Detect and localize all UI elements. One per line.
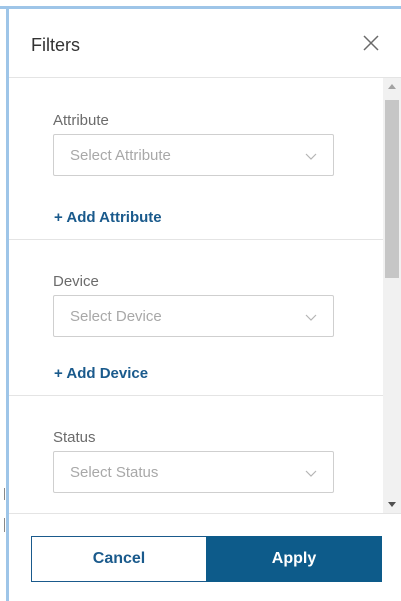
scrollbar-thumb[interactable] — [385, 100, 399, 278]
add-device-link[interactable]: + Add Device — [54, 365, 148, 382]
filters-page: Filters Attribute Select Attribute + Add… — [0, 0, 401, 601]
chevron-down-icon — [305, 466, 317, 477]
close-icon[interactable] — [361, 33, 381, 53]
chevron-down-icon — [305, 310, 317, 321]
filters-scroll-area: Attribute Select Attribute + Add Attribu… — [9, 78, 401, 513]
apply-button[interactable]: Apply — [206, 536, 382, 582]
status-select[interactable]: Select Status — [53, 451, 334, 493]
device-label: Device — [53, 273, 99, 290]
device-section: Device Select Device + Add Device — [9, 240, 383, 396]
status-label: Status — [53, 429, 96, 446]
panel-header: Filters — [9, 9, 401, 78]
attribute-select-placeholder: Select Attribute — [70, 147, 171, 164]
add-attribute-link[interactable]: + Add Attribute — [54, 209, 162, 226]
status-select-placeholder: Select Status — [70, 464, 159, 481]
device-select-placeholder: Select Device — [70, 308, 162, 325]
attribute-section: Attribute Select Attribute + Add Attribu… — [9, 78, 383, 240]
status-section: Status Select Status — [9, 396, 383, 513]
device-select[interactable]: Select Device — [53, 295, 334, 337]
cancel-button[interactable]: Cancel — [31, 536, 207, 582]
frame-tick-mark — [4, 518, 5, 532]
frame-tick-mark — [4, 488, 5, 500]
panel-title: Filters — [31, 35, 80, 55]
scroll-down-arrow-icon[interactable] — [383, 495, 401, 513]
attribute-select[interactable]: Select Attribute — [53, 134, 334, 176]
filters-panel: Filters Attribute Select Attribute + Add… — [9, 9, 401, 601]
attribute-label: Attribute — [53, 112, 109, 129]
vertical-scrollbar[interactable] — [383, 78, 401, 513]
panel-footer: Cancel Apply — [9, 513, 401, 601]
scroll-up-arrow-icon[interactable] — [383, 78, 401, 96]
chevron-down-icon — [305, 149, 317, 160]
